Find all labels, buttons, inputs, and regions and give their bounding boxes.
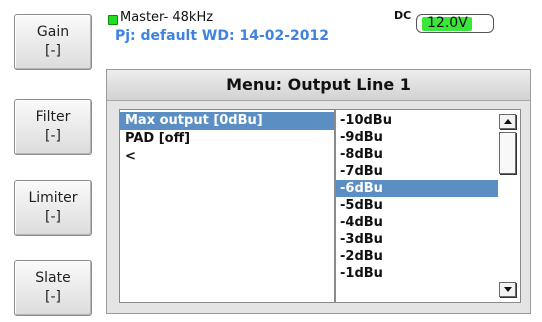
value-item[interactable]: -9dBu	[336, 129, 500, 146]
filter-button[interactable]: Filter [-]	[14, 99, 92, 155]
value-item[interactable]: -6dBu	[336, 180, 500, 197]
master-status-led-icon	[108, 15, 118, 25]
status-bar: Master- 48kHz DC 12.0V Pj: default WD: 1…	[108, 9, 532, 49]
battery-voltage-indicator: 12.0V	[416, 14, 494, 33]
parameter-list[interactable]: Max output [0dBu] PAD [off] <	[119, 109, 335, 303]
limiter-button-label: Limiter	[28, 190, 78, 206]
output-line-menu: Menu: Output Line 1 Max output [0dBu] PAD…	[106, 69, 531, 314]
value-item[interactable]: -8dBu	[336, 146, 500, 163]
limiter-button[interactable]: Limiter [-]	[14, 180, 92, 236]
parameter-item[interactable]: Max output [0dBu]	[120, 112, 334, 130]
gain-button-label: Gain	[36, 24, 70, 40]
limiter-button-value: [-]	[45, 209, 61, 225]
value-item[interactable]: -7dBu	[336, 163, 500, 180]
filter-button-label: Filter	[35, 109, 71, 125]
scroll-up-button[interactable]	[499, 114, 516, 129]
scroll-thumb[interactable]	[499, 132, 516, 174]
arrow-up-icon	[503, 119, 512, 124]
project-info: Pj: default WD: 14-02-2012	[115, 28, 330, 44]
value-list-scrollbar[interactable]	[498, 112, 518, 300]
master-sample-rate: Master- 48kHz	[120, 10, 214, 25]
gain-button-value: [-]	[45, 43, 61, 59]
arrow-down-icon	[503, 287, 512, 292]
slate-button-label: Slate	[35, 270, 71, 286]
slate-button-value: [-]	[45, 289, 61, 305]
value-item[interactable]: -4dBu	[336, 214, 500, 231]
value-item[interactable]: -3dBu	[336, 231, 500, 248]
menu-title: Menu: Output Line 1	[107, 70, 530, 101]
value-list[interactable]: -10dBu -9dBu -8dBu -7dBu -6dBu -5dBu -4dBu -3dB…	[335, 109, 521, 303]
dc-label: DC	[394, 9, 412, 22]
value-item[interactable]: -10dBu	[336, 112, 500, 129]
filter-button-value: [-]	[45, 128, 61, 144]
slate-button[interactable]: Slate [-]	[14, 260, 92, 316]
parameter-item[interactable]: PAD [off]	[120, 130, 334, 148]
battery-voltage-value: 12.0V	[427, 15, 468, 31]
value-item[interactable]: -1dBu	[336, 265, 500, 282]
parameter-item[interactable]: <	[120, 148, 334, 166]
gain-button[interactable]: Gain [-]	[14, 14, 92, 70]
scroll-down-button[interactable]	[499, 282, 516, 297]
value-item[interactable]: -2dBu	[336, 248, 500, 265]
value-item[interactable]: -5dBu	[336, 197, 500, 214]
